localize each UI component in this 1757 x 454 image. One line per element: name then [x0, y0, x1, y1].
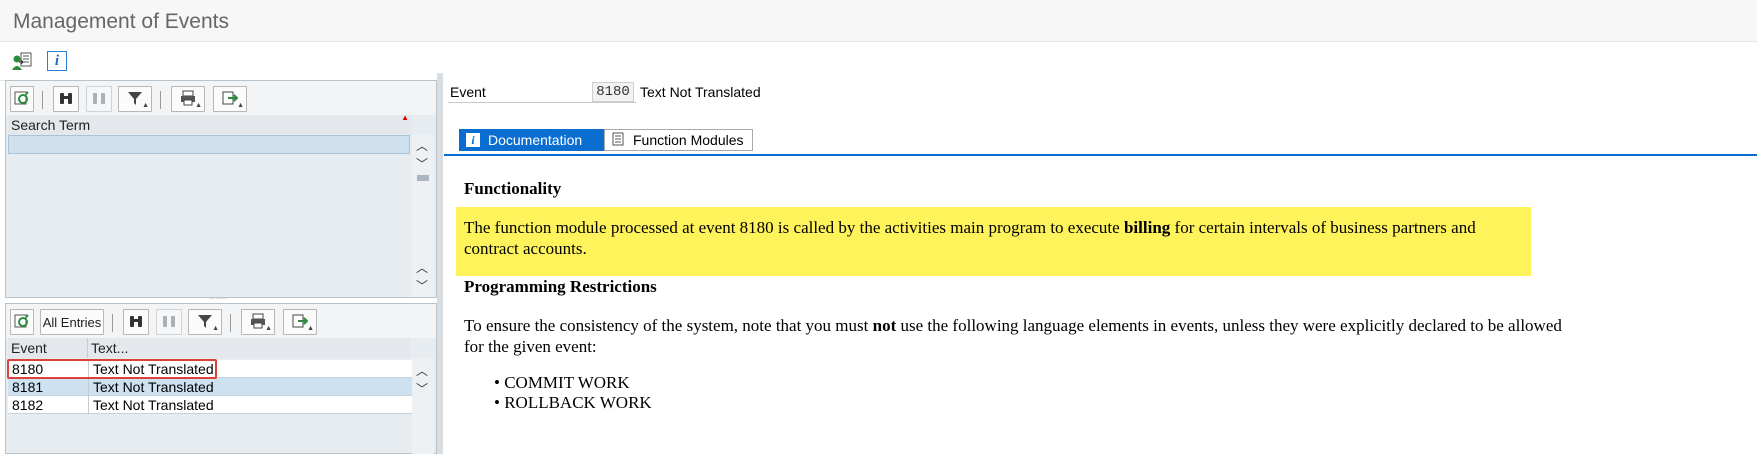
binoculars-icon — [128, 313, 144, 332]
chevron-down-icon[interactable]: ﹀ — [416, 380, 428, 397]
doc-heading-restrictions: Programming Restrictions — [464, 277, 657, 296]
panel-splitter[interactable] — [437, 73, 443, 454]
info-icon: i — [466, 133, 480, 147]
printer-icon — [250, 313, 266, 332]
export-button[interactable]: ▲ — [213, 86, 247, 112]
svg-text:+: + — [100, 98, 105, 106]
events-panel-toolbar: All Entries ▲ ▲ ▲ — [6, 304, 436, 338]
find-button[interactable] — [53, 86, 79, 112]
detail-pane: Event 8180 Text Not Translated i Documen… — [444, 73, 1757, 454]
chevron-up-icon[interactable]: ︿ — [416, 137, 428, 154]
table-row[interactable]: 8180 Text Not Translated — [8, 360, 412, 378]
chevron-down-icon: ▲ — [307, 325, 314, 332]
binoculars-icon — [58, 90, 74, 109]
title-bar: Management of Events — [0, 0, 1757, 42]
scroll-thumb[interactable] — [417, 175, 429, 181]
find-button[interactable] — [123, 309, 149, 335]
export-icon — [222, 90, 239, 109]
list-item: • ROLLBACK WORK — [494, 393, 652, 412]
find-next-button[interactable]: + — [86, 86, 112, 112]
text-cell: Text Not Translated — [88, 378, 412, 396]
event-number-field: 8180 — [592, 82, 634, 102]
refresh-button[interactable] — [10, 86, 34, 112]
search-panel: + ▲ ▲ ▲ Search Term ▲ ︿ ﹀ ︿ ﹀ ...... — [5, 80, 437, 301]
chevron-down-icon[interactable]: ﹀ — [416, 155, 428, 172]
doc-paragraph-1: The function module processed at event 8… — [464, 218, 1476, 258]
column-header-text[interactable]: Text... — [88, 338, 410, 358]
column-header-event[interactable]: Event — [8, 338, 88, 358]
table-row[interactable]: 8181 Text Not Translated — [8, 378, 412, 396]
window-title: Management of Events — [13, 10, 229, 33]
chevron-down-icon: ▲ — [212, 325, 219, 332]
toolbar-separator — [42, 91, 43, 109]
info-icon[interactable]: i — [45, 49, 69, 73]
refresh-button[interactable] — [10, 309, 34, 335]
user-assignment-icon[interactable] — [10, 49, 34, 73]
event-cell: 8182 — [12, 397, 44, 413]
event-label: Event — [450, 84, 486, 100]
tab-function-modules[interactable]: Function Modules — [604, 129, 753, 151]
search-term-header[interactable]: Search Term ▲ — [8, 113, 412, 135]
doc-paragraph-2: To ensure the consistency of the system,… — [464, 316, 1562, 356]
tab-documentation[interactable]: i Documentation — [459, 129, 604, 151]
chevron-up-icon[interactable]: ︿ — [416, 259, 428, 276]
resize-handle[interactable]: ...... — [210, 294, 228, 301]
toolbar-separator — [112, 314, 113, 332]
toolbar-separator — [160, 91, 161, 109]
filter-button[interactable]: ▲ — [118, 86, 152, 112]
binoculars-plus-icon: + — [91, 90, 107, 109]
document-list-icon — [611, 132, 625, 149]
chevron-down-icon[interactable]: ﹀ — [416, 277, 428, 294]
chevron-up-icon[interactable]: ︿ — [416, 362, 428, 379]
doc-heading-functionality: Functionality — [464, 179, 562, 198]
text-cell: Text Not Translated — [88, 396, 412, 414]
event-text: Text Not Translated — [640, 84, 761, 100]
list-item: • COMMIT WORK — [494, 373, 630, 392]
binoculars-plus-icon — [161, 313, 177, 332]
chevron-down-icon: ▲ — [237, 102, 244, 109]
required-marker-icon: ▲ — [401, 113, 409, 122]
search-panel-toolbar: + ▲ ▲ ▲ — [6, 81, 436, 115]
print-button[interactable]: ▲ — [241, 309, 275, 335]
printer-icon — [180, 90, 196, 109]
event-cell: 8180 — [12, 361, 44, 377]
toolbar-separator — [230, 314, 231, 332]
chevron-down-icon: ▲ — [195, 102, 202, 109]
all-entries-button[interactable]: All Entries — [40, 309, 104, 335]
filter-icon — [197, 313, 213, 332]
refresh-icon — [14, 90, 30, 109]
search-scrollbar[interactable]: ︿ ﹀ ︿ ﹀ — [412, 135, 434, 297]
filter-icon — [127, 90, 143, 109]
find-next-button[interactable] — [156, 309, 182, 335]
chevron-down-icon: ▲ — [265, 325, 272, 332]
refresh-icon — [14, 313, 30, 332]
label-underline — [448, 102, 636, 103]
text-cell: Text Not Translated — [88, 360, 412, 378]
export-icon — [292, 313, 309, 332]
search-input[interactable] — [8, 135, 410, 154]
tab-strip-line — [444, 154, 1757, 156]
export-button[interactable]: ▲ — [283, 309, 317, 335]
highlighted-paragraph: The function module processed at event 8… — [456, 207, 1531, 276]
table-row[interactable]: 8182 Text Not Translated — [8, 396, 412, 414]
filter-button[interactable]: ▲ — [188, 309, 222, 335]
events-panel: All Entries ▲ ▲ ▲ Event Text... 8180 Tex… — [5, 303, 437, 454]
event-cell: 8181 — [12, 379, 44, 395]
print-button[interactable]: ▲ — [171, 86, 205, 112]
chevron-down-icon: ▲ — [142, 102, 149, 109]
events-scrollbar[interactable]: ︿ ﹀ — [412, 358, 434, 454]
